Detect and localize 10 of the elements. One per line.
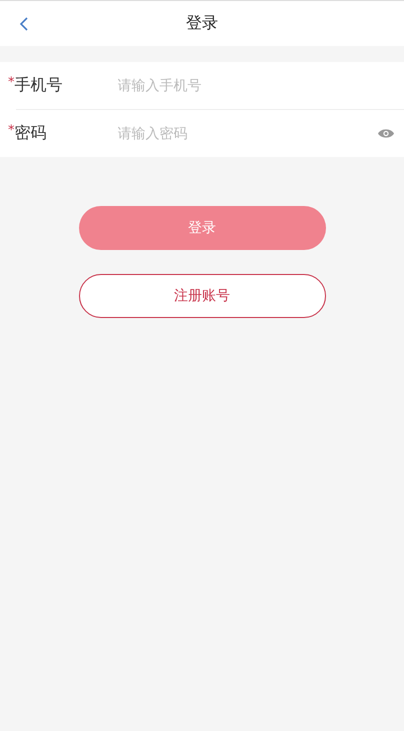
back-icon[interactable] [19,16,29,32]
eye-icon[interactable] [378,128,394,139]
required-mark: * [8,123,14,138]
page-title: 登录 [186,13,218,34]
field-label: 密码 [14,123,48,144]
required-mark: * [8,75,14,90]
input-field[interactable]: 请输入密码 [118,122,372,146]
register-button[interactable]: 注册账号 [78,274,326,318]
input-field[interactable]: 请输入手机号 [118,74,394,98]
field-label: 手机号 [14,75,64,96]
